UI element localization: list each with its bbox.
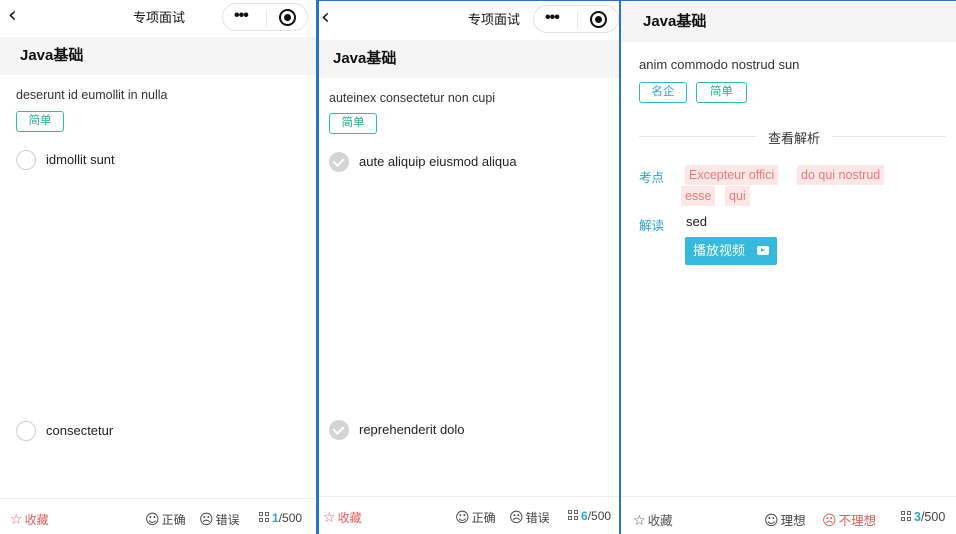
check-icon[interactable] xyxy=(329,152,349,172)
bottom-bar: ☆ 收藏 ☺ 正确 ☹ 错误 6/500 xyxy=(319,496,619,532)
wrong-label: 错误 xyxy=(525,511,550,525)
frown-icon: ☹ xyxy=(509,510,524,526)
question-stem: anim commodo nostrud sun xyxy=(639,57,800,72)
section-title: Java基础 xyxy=(0,37,318,75)
star-icon: ☆ xyxy=(323,510,336,526)
not-ideal-label: 不理想 xyxy=(838,514,877,528)
difficulty-tag: 简单 xyxy=(329,113,377,134)
close-target-icon[interactable] xyxy=(279,9,296,26)
current-index: 1 xyxy=(272,511,279,525)
section-title: Java基础 xyxy=(319,40,619,78)
key-point-chip: esse xyxy=(681,186,716,206)
wrong-label: 错误 xyxy=(215,513,240,527)
interpretation-text: sed xyxy=(686,214,707,229)
view-analysis-heading: 查看解析 xyxy=(756,128,833,147)
nav-bar: ‹ 专项面试 ••• xyxy=(0,0,318,36)
option-label: aute aliquip eiusmod aliqua xyxy=(359,154,517,169)
mini-program-capsule: ••• xyxy=(222,3,308,31)
radio-icon[interactable] xyxy=(16,421,36,441)
answer-analysis-panel: Java基础 anim commodo nostrud sun 名企 简单 查看… xyxy=(621,0,956,534)
question-stem: auteinex consectetur non cupi xyxy=(329,91,496,105)
video-camera-icon xyxy=(757,246,769,255)
capsule-separator xyxy=(577,12,578,28)
mini-program-capsule: ••• xyxy=(533,5,619,33)
progress-counter[interactable]: 1/500 xyxy=(259,511,302,525)
key-point-chip: Excepteur offici xyxy=(685,165,779,185)
favorite-button[interactable]: ☆ 收藏 xyxy=(633,510,673,529)
option-label: idmollit sunt xyxy=(46,152,115,167)
key-point-label: 考点 xyxy=(639,171,665,185)
wrong-button[interactable]: ☹ 错误 xyxy=(509,509,550,526)
radio-icon[interactable] xyxy=(16,150,36,170)
question-panel-1: ‹ 专项面试 ••• Java基础 deserunt id eumollit i… xyxy=(0,0,318,534)
correct-button[interactable]: ☺ 正确 xyxy=(455,509,496,526)
current-index: 3 xyxy=(914,510,921,524)
smile-icon: ☺ xyxy=(145,512,160,528)
question-panel-2: ‹ 专项面试 ••• Java基础 auteinex consectetur n… xyxy=(319,0,619,534)
frown-icon: ☹ xyxy=(822,513,837,529)
correct-button[interactable]: ☺ 正确 xyxy=(145,511,186,528)
current-index: 6 xyxy=(581,509,588,523)
difficulty-tag: 简单 xyxy=(16,111,64,132)
key-point-chip: do qui nostrud xyxy=(797,165,885,185)
favorite-label: 收藏 xyxy=(24,513,49,527)
star-icon: ☆ xyxy=(633,513,646,529)
panel-divider xyxy=(619,0,621,534)
grid-icon xyxy=(568,510,579,521)
favorite-label: 收藏 xyxy=(647,514,673,528)
favorite-label: 收藏 xyxy=(337,511,362,525)
company-tag: 名企 xyxy=(639,82,687,103)
smile-icon: ☺ xyxy=(764,513,779,529)
close-target-icon[interactable] xyxy=(590,11,607,28)
more-menu-icon[interactable]: ••• xyxy=(234,7,249,25)
favorite-button[interactable]: ☆ 收藏 xyxy=(10,511,49,528)
play-video-label: 播放视频 xyxy=(693,243,746,258)
total-count: /500 xyxy=(278,511,303,525)
favorite-button[interactable]: ☆ 收藏 xyxy=(323,509,362,526)
bottom-bar: ☆ 收藏 ☺ 正确 ☹ 错误 1/500 xyxy=(0,498,318,534)
panel-divider xyxy=(316,0,319,534)
ideal-button[interactable]: ☺ 理想 xyxy=(764,510,806,529)
ideal-label: 理想 xyxy=(780,514,806,528)
grid-icon xyxy=(901,511,912,522)
capsule-separator xyxy=(266,10,267,26)
correct-label: 正确 xyxy=(471,511,496,525)
correct-label: 正确 xyxy=(161,513,186,527)
not-ideal-button[interactable]: ☹ 不理想 xyxy=(822,510,876,529)
frown-icon: ☹ xyxy=(199,512,214,528)
bottom-bar: ☆ 收藏 ☺ 理想 ☹ 不理想 3/500 xyxy=(621,496,956,534)
total-count: /500 xyxy=(920,510,946,524)
difficulty-tag: 简单 xyxy=(696,82,747,103)
option-label: reprehenderit dolo xyxy=(359,422,465,437)
back-icon[interactable]: ‹ xyxy=(321,7,330,29)
panel-border-top xyxy=(319,0,956,1)
grid-icon xyxy=(259,512,270,523)
option-label: consectetur xyxy=(46,423,114,438)
interpretation-label: 解读 xyxy=(639,219,665,233)
total-count: /500 xyxy=(587,509,612,523)
smile-icon: ☺ xyxy=(455,510,470,526)
section-title: Java基础 xyxy=(621,2,956,42)
nav-bar: ‹ 专项面试 ••• xyxy=(319,2,619,38)
key-point-chip: qui xyxy=(725,186,750,206)
check-icon[interactable] xyxy=(329,420,349,440)
progress-counter[interactable]: 3/500 xyxy=(901,510,945,524)
wrong-button[interactable]: ☹ 错误 xyxy=(199,511,240,528)
progress-counter[interactable]: 6/500 xyxy=(568,509,611,523)
play-video-button[interactable]: 播放视频 xyxy=(685,237,777,265)
star-icon: ☆ xyxy=(10,512,23,528)
more-menu-icon[interactable]: ••• xyxy=(545,9,560,27)
question-stem: deserunt id eumollit in nulla xyxy=(16,88,168,102)
